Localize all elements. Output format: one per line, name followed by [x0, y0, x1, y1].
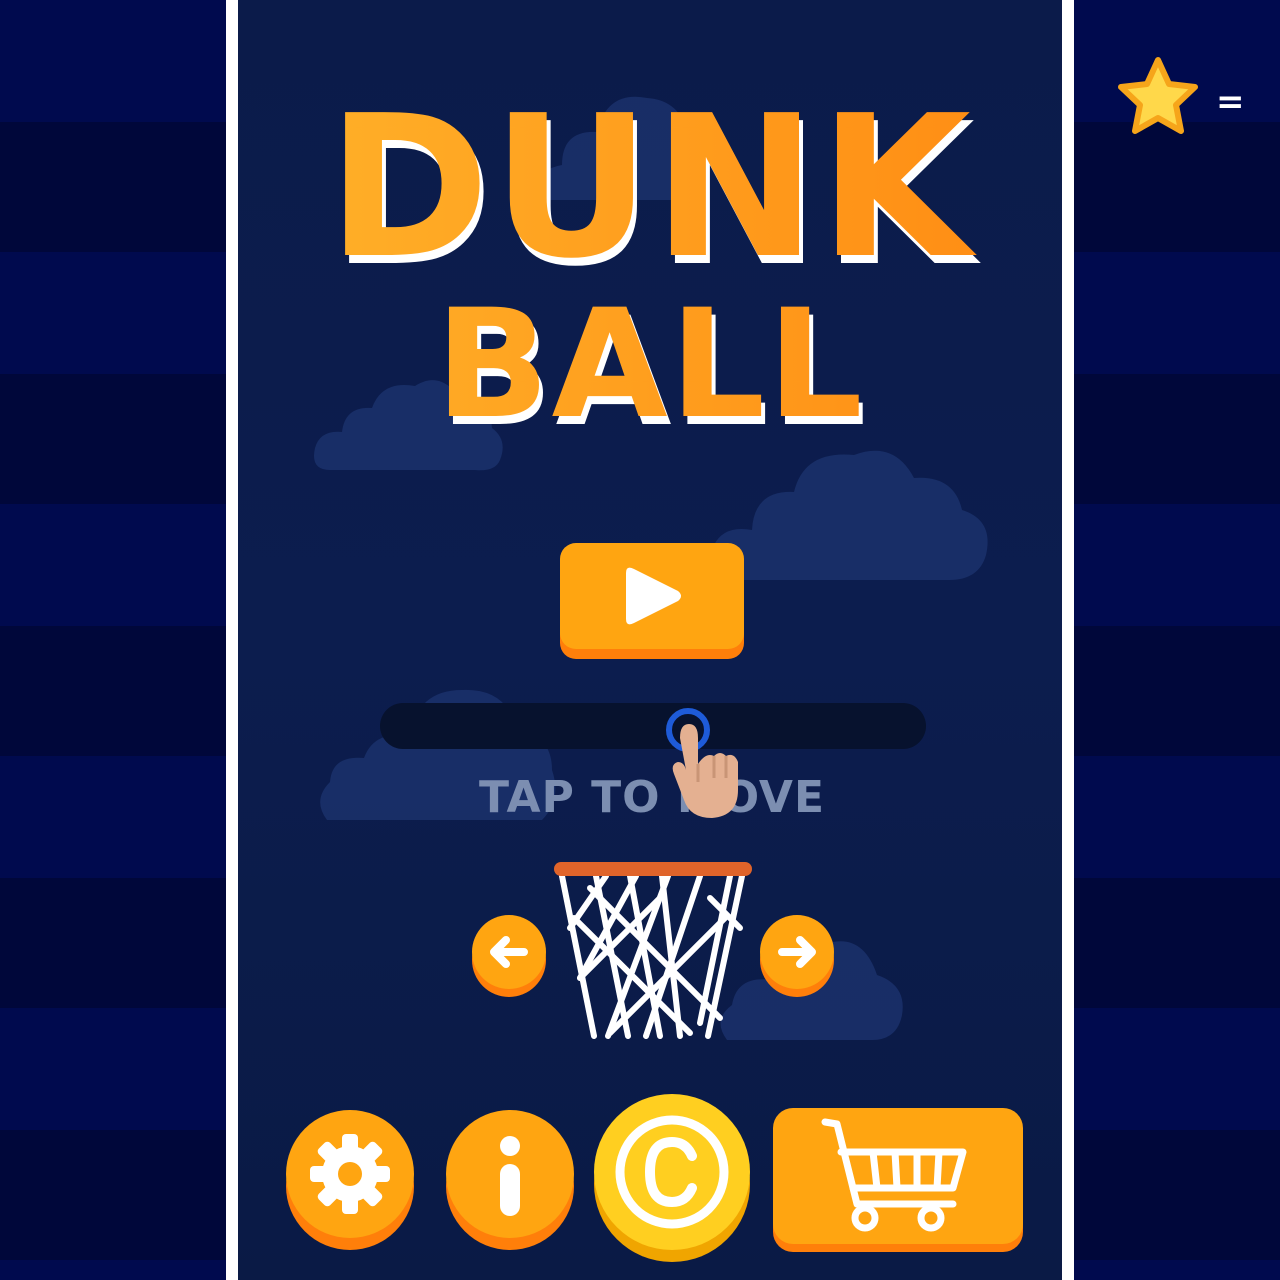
- move-left-button[interactable]: [472, 915, 546, 989]
- info-button[interactable]: [446, 1110, 574, 1238]
- play-button[interactable]: [560, 543, 744, 649]
- info-icon: [500, 1136, 520, 1216]
- cloud-decoration: [710, 450, 988, 580]
- stage-left-border: [226, 0, 238, 1280]
- star-count: =: [1216, 82, 1245, 122]
- shop-button[interactable]: [773, 1108, 1023, 1244]
- move-right-button[interactable]: [760, 915, 834, 989]
- settings-button[interactable]: [286, 1110, 414, 1238]
- game-title-line1: DUNK: [232, 88, 1068, 288]
- basketball-hoop: [554, 862, 752, 1039]
- copyright-button[interactable]: [594, 1094, 750, 1250]
- star-icon: [1118, 57, 1198, 134]
- tap-to-move-hint: TAP TO MOVE: [478, 772, 826, 823]
- copyright-icon: [615, 1115, 729, 1229]
- play-icon: [626, 567, 681, 625]
- game-title-line2: BALL: [232, 290, 1068, 440]
- stage-right-border: [1062, 0, 1074, 1280]
- tap-hand-icon: [666, 708, 738, 818]
- move-track[interactable]: [380, 703, 926, 749]
- cart-icon: [821, 1118, 967, 1232]
- gear-icon: [310, 1134, 390, 1214]
- arrow-left-icon: [490, 936, 528, 968]
- arrow-right-icon: [778, 936, 816, 968]
- game-stage: DUNK BALL TAP TO MOVE: [232, 0, 1068, 1280]
